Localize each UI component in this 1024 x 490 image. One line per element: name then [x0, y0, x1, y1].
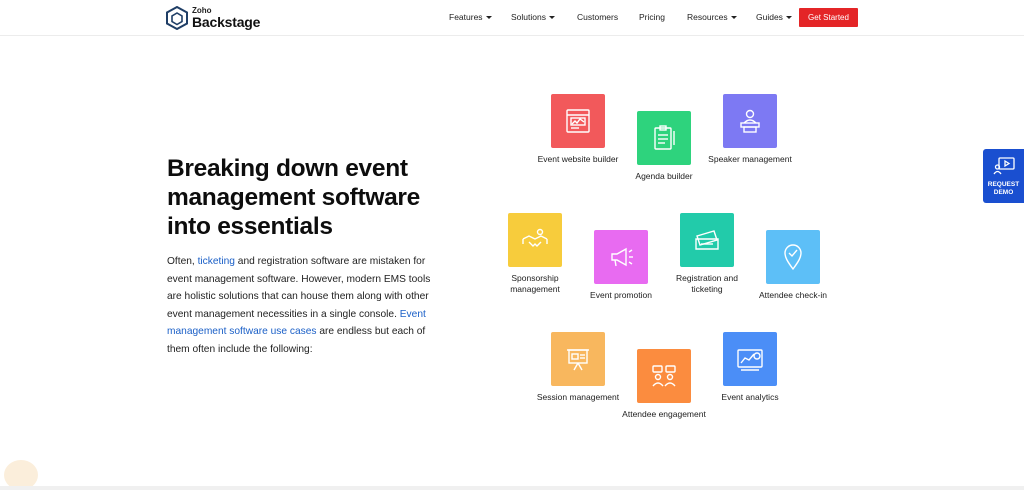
request-demo-line2: DEMO	[993, 188, 1014, 196]
cube-logo-icon	[166, 6, 188, 30]
nav-pricing[interactable]: Pricing	[639, 12, 665, 22]
feature-tile-registration-ticketing: Registration and ticketing	[676, 213, 738, 295]
megaphone-icon	[611, 247, 633, 267]
feature-icon-box	[680, 213, 734, 267]
feature-tile-sponsorship-management: Sponsorship management	[507, 213, 563, 295]
caret-down-icon	[485, 16, 492, 19]
get-started-button[interactable]: Get Started	[799, 8, 858, 27]
feature-label: Attendee engagement	[622, 409, 706, 419]
feature-icon-box	[551, 332, 605, 386]
request-demo-line1: REQUEST	[987, 181, 1020, 188]
nav-label: Features	[449, 12, 483, 22]
nav-guides[interactable]: Guides	[756, 12, 792, 22]
handshake-icon	[522, 228, 548, 247]
feature-label: Agenda builder	[635, 171, 693, 181]
video-play-icon	[992, 157, 1015, 175]
feature-tile-attendee-checkin: Attendee check-in	[759, 230, 827, 301]
speaker-icon	[740, 109, 760, 133]
feature-icon-box	[594, 230, 648, 284]
nav-label: Solutions	[511, 12, 546, 22]
presentation-icon	[567, 349, 589, 371]
ticketing-link[interactable]: ticketing	[198, 256, 235, 267]
feature-icon-box	[766, 230, 820, 284]
nav-label: Pricing	[639, 12, 665, 22]
hero-paragraph: Often, ticketing and registration softwa…	[167, 253, 447, 358]
feature-label: Event promotion	[590, 290, 652, 300]
feature-label: Session management	[536, 392, 620, 402]
feature-icon-box	[723, 332, 777, 386]
agenda-icon	[654, 125, 675, 150]
caret-down-icon	[548, 16, 555, 19]
body-text: Often,	[167, 256, 198, 267]
ticket-icon	[695, 230, 719, 250]
caret-down-icon	[730, 16, 737, 19]
feature-tile-speaker-management: Speaker management	[708, 94, 792, 165]
feature-label: Registration and ticketing	[676, 273, 738, 294]
request-demo-label: REQUEST DEMO	[983, 181, 1024, 196]
location-check-icon	[784, 244, 802, 271]
chat-people-icon	[652, 365, 676, 387]
request-demo-button[interactable]: REQUEST DEMO	[983, 149, 1024, 203]
nav-resources[interactable]: Resources	[687, 12, 737, 22]
feature-icon-box	[508, 213, 562, 267]
nav-features[interactable]: Features	[449, 12, 492, 22]
feature-icon-box	[637, 111, 691, 165]
feature-tile-session-management: Session management	[537, 332, 619, 403]
nav-label: Guides	[756, 12, 783, 22]
nav-customers[interactable]: Customers	[577, 12, 618, 22]
feature-tile-agenda-builder: Agenda builder	[635, 111, 693, 182]
nav-label: Customers	[577, 12, 619, 22]
feature-label: Attendee check-in	[758, 290, 828, 300]
nav-label: Resources	[687, 12, 728, 22]
feature-tile-event-promotion: Event promotion	[590, 230, 652, 301]
feature-tile-attendee-engagement: Attendee engagement	[622, 349, 706, 420]
feature-tile-website-builder: Event website builder	[538, 94, 618, 165]
website-icon	[566, 109, 590, 133]
section-divider	[0, 486, 1024, 490]
feature-label: Sponsorship management	[510, 273, 560, 294]
page-title: Breaking down event management software …	[167, 155, 420, 240]
site-header: Zoho Backstage Features Solutions Custom…	[0, 0, 1024, 36]
caret-down-icon	[785, 16, 792, 19]
feature-icon-box	[637, 349, 691, 403]
feature-tile-event-analytics: Event analytics	[721, 332, 779, 403]
analytics-icon	[737, 349, 763, 371]
brand-logo[interactable]: Zoho Backstage	[166, 5, 260, 31]
nav-solutions[interactable]: Solutions	[511, 12, 555, 22]
feature-label: Speaker management	[708, 154, 792, 164]
feature-icon-box	[723, 94, 777, 148]
feature-label: Event website builder	[537, 154, 619, 164]
brand-name: Backstage	[192, 14, 261, 30]
feature-icon-box	[551, 94, 605, 148]
feature-label: Event analytics	[721, 392, 779, 402]
